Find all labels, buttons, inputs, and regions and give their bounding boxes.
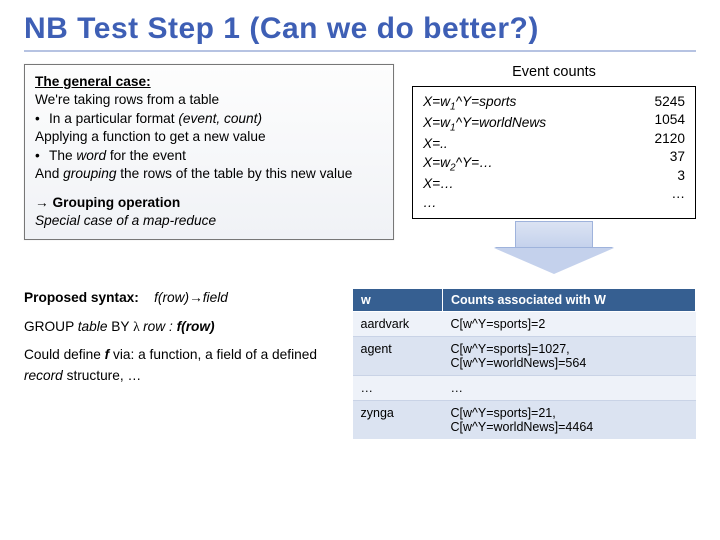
cell-w: zynga bbox=[353, 401, 443, 440]
table-row: zynga C[w^Y=sports]=21, C[w^Y=worldNews]… bbox=[353, 401, 696, 440]
general-b2-pre: The bbox=[49, 148, 76, 163]
slide-title: NB Test Step 1 (Can we do better?) bbox=[24, 12, 696, 46]
group-syntax-line: GROUP table BY λ row : f(row) bbox=[24, 317, 334, 338]
arrow-icon: → bbox=[35, 195, 49, 210]
proposed-syntax-value: f(row)→field bbox=[154, 290, 228, 305]
table-row: … … bbox=[353, 376, 696, 401]
could-record: record bbox=[24, 368, 63, 383]
grouping-bold: Grouping operation bbox=[53, 195, 181, 210]
arrow-down-stem bbox=[515, 221, 593, 249]
group-kw: GROUP bbox=[24, 319, 78, 334]
cell-w: aardvark bbox=[353, 312, 443, 337]
counts-table: w Counts associated with W aardvark C[w^… bbox=[352, 288, 696, 439]
general-case-box: The general case: We're taking rows from… bbox=[24, 64, 394, 240]
group-rowcolon: row : bbox=[143, 319, 176, 334]
event-side: Event counts X=w1^Y=sports X=w1^Y=worldN… bbox=[412, 64, 696, 280]
general-bullet-2: • The word for the event bbox=[35, 147, 383, 165]
cell-c: … bbox=[443, 376, 696, 401]
cell-w: … bbox=[353, 376, 443, 401]
general-line: We're taking rows from a table bbox=[35, 91, 383, 109]
general-l3-em: grouping bbox=[63, 166, 116, 181]
general-b2-post: for the event bbox=[106, 148, 186, 163]
group-f: f(row) bbox=[177, 319, 215, 334]
proposed-syntax-line: Proposed syntax: f(row)→field bbox=[24, 288, 334, 309]
event-counts-title: Event counts bbox=[412, 64, 696, 80]
event-counts-left: X=w1^Y=sports X=w1^Y=worldNews X=.. X=w2… bbox=[423, 93, 546, 212]
top-row: The general case: We're taking rows from… bbox=[24, 64, 696, 280]
general-b1-pre: In a particular format bbox=[49, 111, 178, 126]
event-counts-right: 5245 1054 2120 37 3 … bbox=[655, 93, 685, 212]
event-counts-box: X=w1^Y=sports X=w1^Y=worldNews X=.. X=w2… bbox=[412, 86, 696, 219]
cell-w: agent bbox=[353, 337, 443, 376]
table-header-row: w Counts associated with W bbox=[353, 289, 696, 312]
cell-c: C[w^Y=sports]=2 bbox=[443, 312, 696, 337]
general-line: Applying a function to get a new value bbox=[35, 128, 383, 146]
table-row: agent C[w^Y=sports]=1027, C[w^Y=worldNew… bbox=[353, 337, 696, 376]
could-post: structure, … bbox=[63, 368, 141, 383]
general-line-3: And grouping the rows of the table by th… bbox=[35, 165, 383, 183]
title-divider bbox=[24, 50, 696, 52]
could-pre: Could define bbox=[24, 347, 105, 362]
grouping-note: → Grouping operation Special case of a m… bbox=[35, 194, 383, 231]
arrow-down-icon bbox=[494, 248, 614, 274]
bottom-row: Proposed syntax: f(row)→field GROUP tabl… bbox=[24, 288, 696, 439]
th-counts: Counts associated with W bbox=[443, 289, 696, 312]
general-b1-em: (event, count) bbox=[178, 111, 262, 126]
lambda-icon: λ bbox=[133, 319, 143, 334]
grouping-sub: Special case of a map-reduce bbox=[35, 213, 216, 228]
th-w: w bbox=[353, 289, 443, 312]
table-row: aardvark C[w^Y=sports]=2 bbox=[353, 312, 696, 337]
group-table: table bbox=[78, 319, 108, 334]
bottom-right: w Counts associated with W aardvark C[w^… bbox=[352, 288, 696, 439]
general-bullet-1: • In a particular format (event, count) bbox=[35, 110, 383, 128]
group-by: BY bbox=[107, 319, 133, 334]
bottom-left: Proposed syntax: f(row)→field GROUP tabl… bbox=[24, 288, 334, 439]
cell-c: C[w^Y=sports]=21, C[w^Y=worldNews]=4464 bbox=[443, 401, 696, 440]
proposed-syntax-label: Proposed syntax: bbox=[24, 290, 139, 305]
general-l3-post: the rows of the table by this new value bbox=[116, 166, 352, 181]
general-b2-em: word bbox=[76, 148, 106, 163]
could-define-line: Could define f via: a function, a field … bbox=[24, 345, 334, 386]
general-l3-pre: And bbox=[35, 166, 63, 181]
cell-c: C[w^Y=sports]=1027, C[w^Y=worldNews]=564 bbox=[443, 337, 696, 376]
could-mid: via: a function, a field of a defined bbox=[109, 347, 317, 362]
general-case-heading: The general case: bbox=[35, 73, 383, 91]
